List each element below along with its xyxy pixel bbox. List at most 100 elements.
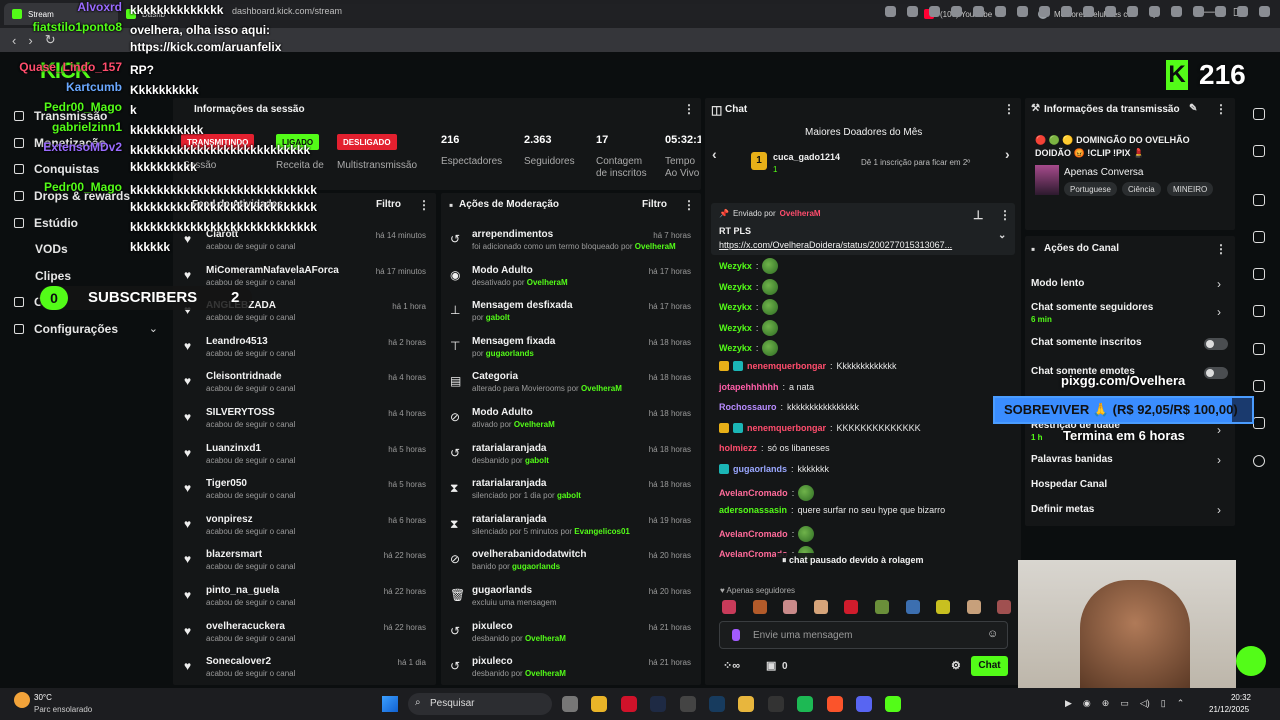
feed-row[interactable]: ♥ Sonecalover2 acabou de seguir o canal há … xyxy=(184,656,426,692)
more-icon[interactable]: ⋮ xyxy=(683,198,695,212)
chat-username[interactable]: Wezykx xyxy=(719,282,752,292)
moderator-name[interactable]: OvelheraM xyxy=(525,634,566,643)
chat-username[interactable]: AvelanCromado xyxy=(719,488,788,498)
moderator-name[interactable]: OvelheraM xyxy=(527,278,568,287)
emote-icon[interactable] xyxy=(813,600,828,614)
url-field[interactable]: dashboard.kick.com/stream xyxy=(188,4,918,20)
extension-icon[interactable] xyxy=(1149,6,1160,17)
moderator-name[interactable]: OvelheraM xyxy=(635,242,676,251)
info-icon[interactable] xyxy=(1253,108,1265,120)
volume-icon[interactable]: ◁) xyxy=(1140,698,1150,709)
chat-message[interactable]: Wezykx: xyxy=(719,258,779,274)
chat-message[interactable]: Wezykx: xyxy=(719,319,779,336)
pencil-icon[interactable] xyxy=(1253,145,1265,157)
moderator-name[interactable]: Evangelicos01 xyxy=(574,527,630,536)
chat-username[interactable]: nenemquerbongar xyxy=(747,361,826,371)
chat-message[interactable]: AvelanCromado: xyxy=(719,484,815,501)
edit-icon[interactable]: ✎ xyxy=(1189,103,1197,114)
moderation-row[interactable]: ▤ Categoria alterado para Movierooms por O… xyxy=(450,371,691,407)
weather-icon[interactable] xyxy=(14,692,30,708)
moderation-target[interactable]: ratarialaranjada xyxy=(472,443,547,454)
pinned-link[interactable]: https://x.com/OvelheraDoidera/status/200… xyxy=(719,240,989,250)
obs-icon[interactable] xyxy=(767,696,784,712)
chat-username[interactable]: adersonassasin xyxy=(719,505,787,515)
channel-action-label[interactable]: Modo lento xyxy=(1031,278,1084,289)
more-icon[interactable]: ⋮ xyxy=(1215,242,1227,256)
wifi-icon[interactable]: ◉ xyxy=(1083,698,1091,709)
chat-message[interactable]: Rochossauro: kkkkkkkkkkkkkkkk xyxy=(719,402,859,412)
extension-icon[interactable] xyxy=(1237,6,1248,17)
emote-icon[interactable] xyxy=(966,600,981,614)
document-icon[interactable] xyxy=(1253,268,1265,280)
moderator-name[interactable]: gabolt xyxy=(486,313,510,322)
feed-user-name[interactable]: Luanzinxd1 xyxy=(206,443,261,454)
chevron-right-icon[interactable]: › xyxy=(1217,423,1221,437)
chevron-left-icon[interactable]: ‹ xyxy=(712,146,717,162)
feed-row[interactable]: ♥ Tiger050 acabou de seguir o canal há 5 ho… xyxy=(184,478,426,514)
chat-message[interactable]: Wezykx: xyxy=(719,299,779,316)
moderator-name[interactable]: gugaorlands xyxy=(486,349,534,358)
chat-username[interactable]: jotapehhhhhh xyxy=(719,382,779,392)
moderation-row[interactable]: ↺ arrependimentos foi adicionado como um t… xyxy=(450,229,691,265)
feed-user-name[interactable]: Sonecalover2 xyxy=(206,656,271,667)
files-icon[interactable] xyxy=(562,696,578,712)
extension-icon[interactable] xyxy=(995,6,1006,17)
category-thumbnail[interactable] xyxy=(1035,165,1059,195)
moderation-target[interactable]: Categoria xyxy=(472,371,518,382)
chat-message[interactable]: gugaorlands: kkkkkkk xyxy=(719,464,829,474)
chevron-up-icon[interactable]: ⌃ xyxy=(1177,698,1185,709)
extension-icon[interactable] xyxy=(1017,6,1028,17)
feed-user-name[interactable]: SILVERYTOSS xyxy=(206,407,275,418)
chat-message[interactable]: nenemquerbongar: KKKKKKKKKKKKKK xyxy=(719,422,921,433)
chevron-right-icon[interactable]: › xyxy=(1217,453,1221,467)
chat-bubble-icon[interactable] xyxy=(1253,305,1265,317)
feed-row[interactable]: ♥ Cleisontridnade acabou de seguir o canal… xyxy=(184,371,426,407)
moderation-target[interactable]: ovelherabanidodatwitch xyxy=(472,549,586,560)
chrome-icon[interactable] xyxy=(591,696,608,712)
nodes-icon[interactable] xyxy=(1253,455,1265,467)
moderation-target[interactable]: pixuleco xyxy=(472,656,513,667)
moderation-row[interactable]: ◉ Modo Adulto desativado por OvelheraM há 1… xyxy=(450,265,691,301)
obs-icon[interactable] xyxy=(679,696,696,712)
chat-send-button[interactable]: Chat xyxy=(971,656,1008,676)
extension-icon[interactable] xyxy=(1259,6,1270,17)
emote-icon[interactable] xyxy=(905,600,920,614)
sidebar-item-configuracoes[interactable]: Configurações xyxy=(14,322,118,336)
brave-icon[interactable] xyxy=(826,696,843,712)
broadcast-icon[interactable] xyxy=(1253,343,1265,355)
kick-icon[interactable] xyxy=(885,696,902,712)
emote-icon[interactable] xyxy=(997,600,1012,614)
channel-action-label[interactable]: Definir metas xyxy=(1031,504,1094,515)
feed-row[interactable]: ♥ SILVERYTOSS acabou de seguir o canal há 4… xyxy=(184,407,426,443)
moderator-name[interactable]: gabolt xyxy=(525,456,549,465)
feed-user-name[interactable]: blazersmart xyxy=(206,549,262,560)
moderation-row[interactable]: ⊘ ovelherabanidodatwitch banido por gugaor… xyxy=(450,549,691,585)
chat-username[interactable]: Rochossauro xyxy=(719,402,777,412)
moderation-target[interactable]: ratarialaranjada xyxy=(472,514,547,525)
pinned-by[interactable]: OvelheraM xyxy=(780,209,821,218)
moderator-name[interactable]: OvelheraM xyxy=(514,420,555,429)
chat-message[interactable]: AvelanCromado: xyxy=(719,525,815,542)
wrench-icon[interactable] xyxy=(1253,417,1265,429)
moderation-filter-button[interactable]: Filtro xyxy=(642,199,667,210)
extension-icon[interactable] xyxy=(885,6,896,17)
folder-icon[interactable] xyxy=(738,696,755,712)
moderation-row[interactable]: ↺ ratarialaranjada desbanido por gabolt há … xyxy=(450,443,691,479)
extension-icon[interactable] xyxy=(929,6,940,17)
sidebar-item-estudio[interactable]: Estúdio xyxy=(14,216,78,230)
tag-mineiro[interactable]: MINEIRO xyxy=(1167,182,1214,196)
feed-filter-button[interactable]: Filtro xyxy=(376,199,401,210)
steam-icon[interactable] xyxy=(709,696,725,712)
moderation-row[interactable]: ⧗ ratarialaranjada silenciado por 5 minuto… xyxy=(450,514,691,550)
battery-icon[interactable]: ▯ xyxy=(1161,698,1166,709)
channel-action-label[interactable]: Chat somente seguidores xyxy=(1031,302,1153,313)
more-icon[interactable]: ⋮ xyxy=(999,208,1011,222)
moderation-row[interactable]: ⊥ Mensagem desfixada por gabolt há 17 horas xyxy=(450,300,691,336)
more-icon[interactable]: ⋮ xyxy=(418,198,430,212)
feed-user-name[interactable]: pinto_na_guela xyxy=(206,585,279,596)
feed-row[interactable]: ♥ Clarott acabou de seguir o canal há 14 mi… xyxy=(184,229,426,265)
more-icon[interactable]: ⋮ xyxy=(1003,102,1015,116)
chat-username[interactable]: Wezykx xyxy=(719,302,752,312)
feed-row[interactable]: ♥ ovelheracuckera acabou de seguir o canal… xyxy=(184,621,426,657)
moderation-row[interactable]: ↺ pixuleco desbanido por OvelheraM há 21 ho… xyxy=(450,656,691,692)
